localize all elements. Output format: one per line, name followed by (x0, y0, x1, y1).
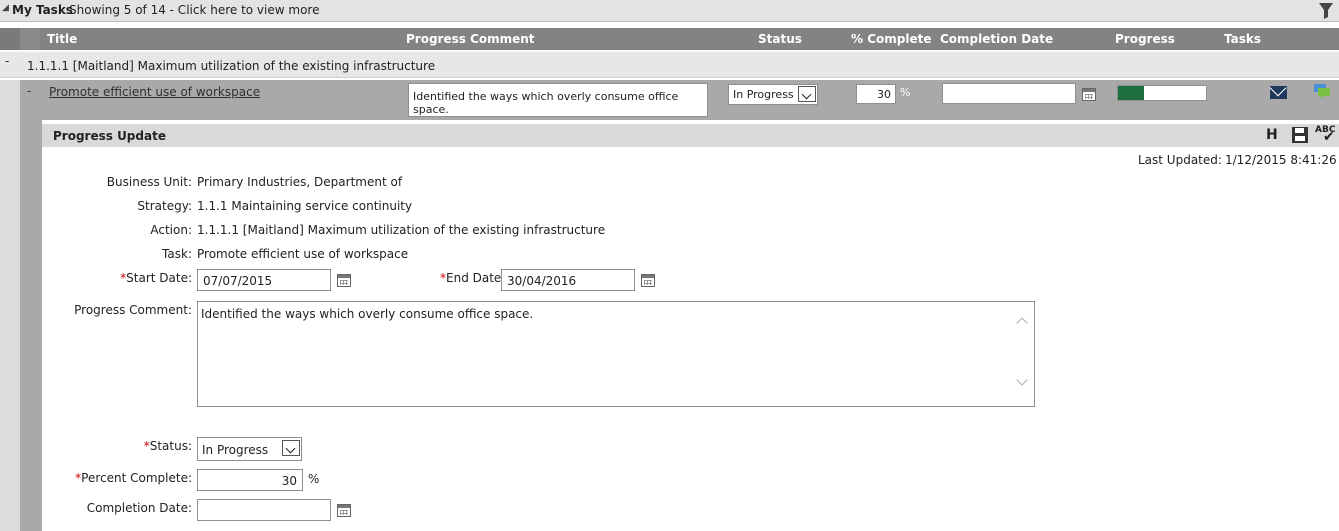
progress-comment-text: Identified the ways which overly consume… (201, 307, 534, 321)
save-icon[interactable] (1292, 127, 1308, 143)
start-date-input[interactable]: 07/07/2015 (197, 269, 331, 291)
status-select-value: In Progress (202, 443, 269, 457)
col-progress[interactable]: Progress (1115, 32, 1175, 46)
col-completion-date[interactable]: Completion Date (940, 32, 1053, 46)
status-label: *Status: (42, 439, 192, 453)
last-updated-label: Last Updated: (1138, 153, 1222, 167)
comment-bubble-icon[interactable] (1313, 83, 1331, 99)
column-header-row: Title Progress Comment Status % Complete… (0, 28, 1339, 50)
task-collapse-toggle[interactable]: - (27, 84, 31, 98)
col-title[interactable]: Title (47, 32, 77, 46)
my-tasks-header: ◢ My Tasks Showing 5 of 14 - Click here … (0, 0, 1339, 22)
chevron-down-icon[interactable] (282, 440, 300, 456)
task-title-link[interactable]: Promote efficient use of workspace (49, 85, 260, 99)
business-unit-label: Business Unit: (106, 175, 192, 189)
action-value: 1.1.1.1 [Maitland] Maximum utilization o… (197, 223, 606, 237)
end-date-label-text: End Date: (446, 271, 506, 285)
header-spacer (20, 28, 40, 50)
strategy-value: 1.1.1 Maintaining service continuity (197, 199, 413, 213)
group-collapse-toggle[interactable]: - (5, 54, 9, 68)
progress-bar-fill (1118, 86, 1145, 100)
completion-date-label: Completion Date: (86, 501, 192, 515)
task-comment-field[interactable]: Identified the ways which overly consume… (408, 83, 708, 117)
header-title: My Tasks (12, 3, 73, 17)
strategy-label: Strategy: (137, 199, 192, 213)
task-row: - Promote efficient use of workspace Ide… (20, 80, 1339, 120)
calendar-icon[interactable] (641, 274, 655, 287)
calendar-icon[interactable] (337, 274, 351, 287)
mail-icon[interactable] (1270, 86, 1287, 99)
col-progress-comment[interactable]: Progress Comment (406, 32, 535, 46)
progress-update-title: Progress Update (53, 129, 166, 143)
last-updated-value: 1/12/2015 8:41:26 PM (1225, 153, 1339, 167)
group-label: 1.1.1.1 [Maitland] Maximum utilization o… (27, 59, 436, 73)
end-date-input[interactable]: 30/04/2016 (501, 269, 635, 291)
left-indent-strip (0, 80, 20, 531)
start-date-label-text: Start Date: (126, 271, 192, 285)
task-status-value: In Progress (733, 88, 794, 101)
group-row: - 1.1.1.1 [Maitland] Maximum utilization… (0, 52, 1339, 78)
scroll-up-icon[interactable] (1015, 314, 1029, 328)
percent-complete-input[interactable]: 30 (197, 469, 303, 491)
progress-update-header: Progress Update H ABC ✔ (42, 124, 1339, 147)
business-unit-value: Primary Industries, Department of (197, 175, 403, 189)
col-percent-complete[interactable]: % Complete (851, 32, 931, 46)
task-status-select[interactable]: In Progress (728, 84, 818, 105)
task-percent-symbol: % (900, 86, 911, 99)
col-status[interactable]: Status (758, 32, 802, 46)
task-percent-input[interactable]: 30 (856, 84, 896, 104)
header-spacer (0, 28, 20, 50)
progress-comment-textarea[interactable]: Identified the ways which overly consume… (197, 301, 1035, 407)
percent-symbol: % (308, 472, 320, 486)
left-indent-strip-inner (20, 120, 42, 531)
start-date-label: *Start Date: (42, 271, 192, 285)
end-date-label: *End Date: (440, 271, 505, 285)
scroll-down-icon[interactable] (1015, 376, 1029, 390)
task-progress-bar (1117, 85, 1207, 101)
calendar-icon[interactable] (337, 504, 351, 517)
status-select[interactable]: In Progress (197, 437, 302, 461)
collapse-triangle-icon[interactable]: ◢ (2, 3, 9, 13)
status-label-text: Status: (149, 439, 192, 453)
task-value: Promote efficient use of workspace (197, 247, 409, 261)
progress-comment-label: Progress Comment: (74, 303, 192, 317)
history-button[interactable]: H (1266, 127, 1278, 143)
col-tasks[interactable]: Tasks (1224, 32, 1261, 46)
percent-complete-label: *Percent Complete: (42, 471, 192, 485)
completion-date-input[interactable] (197, 499, 331, 521)
calendar-icon[interactable] (1082, 88, 1096, 101)
spellcheck-icon[interactable]: ABC ✔ (1315, 125, 1335, 151)
view-more-link[interactable]: Showing 5 of 14 - Click here to view mor… (69, 3, 319, 17)
action-label: Action: (150, 223, 192, 237)
task-completion-date-input[interactable] (942, 83, 1076, 104)
percent-complete-label-text: Percent Complete: (81, 471, 192, 485)
task-label: Task: (162, 247, 192, 261)
filter-icon[interactable] (1318, 2, 1334, 20)
chevron-down-icon[interactable] (798, 86, 816, 102)
